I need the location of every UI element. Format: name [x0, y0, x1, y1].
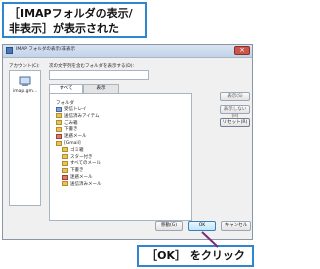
folder-label: 送信済みアイテム — [64, 113, 100, 119]
folder-icon — [62, 167, 68, 173]
folder-icon — [62, 181, 68, 187]
close-button[interactable]: × — [234, 46, 250, 55]
filter-input[interactable] — [49, 70, 149, 80]
folder-row[interactable]: すべてのメール — [62, 160, 101, 166]
account-label: アカウント(C): — [9, 64, 40, 69]
hide-button[interactable]: 表示しない(H) — [220, 105, 250, 119]
folder-row[interactable]: 迷惑メール — [56, 133, 87, 139]
dialog-titlebar: IMAP フォルダの表示/非表示 × — [3, 45, 252, 58]
folder-row[interactable]: ゴミ箱 — [62, 147, 84, 153]
folder-label: 下書き — [64, 127, 78, 133]
app-icon — [6, 47, 13, 54]
folder-label: 送信済みメール — [70, 181, 102, 187]
dialog-title: IMAP フォルダの表示/非表示 — [16, 47, 75, 52]
folder-label: [Gmail] — [64, 140, 81, 146]
folder-label: スター付き — [70, 154, 93, 160]
account-icon — [19, 76, 31, 86]
folder-icon — [62, 174, 68, 180]
ok-button[interactable]: OK — [188, 221, 216, 231]
folder-icon — [62, 147, 68, 153]
account-list[interactable]: imap.gm... — [9, 70, 41, 206]
folder-label: 迷惑メール — [64, 134, 87, 140]
folder-icon — [62, 154, 68, 160]
folder-label: 受信トレイ — [64, 107, 87, 112]
filter-label: 次の文字列を含むフォルダを表示する(D): — [49, 64, 134, 69]
folder-icon — [56, 126, 62, 132]
folder-row[interactable]: 送信済みアイテム — [56, 113, 100, 119]
reset-button[interactable]: リセット(R) — [220, 118, 250, 127]
folder-list[interactable]: フォルダ 受信トレイ 送信済みアイテム ごみ箱 下書き 迷惑メール [Gmail] ゴミ箱ス… — [49, 93, 192, 221]
callout-bottom: ［OK］ をクリック — [137, 245, 254, 267]
callout-top-line2: 非表示］が表示された — [9, 22, 119, 35]
folder-icon — [62, 160, 68, 166]
folder-row[interactable]: 受信トレイ — [56, 106, 87, 112]
folder-icon — [56, 113, 62, 119]
folder-label: 下書き — [70, 168, 84, 174]
folder-row[interactable]: [Gmail] — [56, 140, 81, 146]
folder-row[interactable]: 下書き — [62, 167, 84, 173]
folder-row[interactable]: スター付き — [62, 154, 93, 160]
folder-label: ゴミ箱 — [70, 147, 84, 153]
folder-row[interactable]: 下書き — [56, 126, 78, 132]
folder-row[interactable]: ごみ箱 — [56, 120, 78, 126]
folder-row[interactable]: 送信済みメール — [62, 181, 102, 187]
account-name[interactable]: imap.gm... — [13, 89, 37, 94]
folder-icon — [56, 120, 62, 126]
move-button[interactable]: 移動(G) — [155, 221, 183, 231]
folder-label: 迷惑メール — [70, 175, 93, 180]
folder-label: ごみ箱 — [64, 120, 78, 126]
callout-top-line1: ［IMAPフォルダの表示/ — [9, 7, 133, 20]
folder-icon — [56, 140, 62, 146]
cancel-button[interactable]: キャンセル — [221, 221, 251, 231]
callout-top: ［IMAPフォルダの表示/ 非表示］が表示された — [2, 2, 147, 38]
folder-icon — [56, 106, 62, 112]
folder-label: すべてのメール — [70, 161, 102, 167]
folder-row[interactable]: 迷惑メール — [62, 174, 93, 180]
imap-folder-dialog: IMAP フォルダの表示/非表示 × アカウント(C): imap.gm... … — [2, 44, 253, 240]
show-button[interactable]: 表示(S) — [220, 92, 250, 101]
folder-icon — [56, 133, 62, 139]
